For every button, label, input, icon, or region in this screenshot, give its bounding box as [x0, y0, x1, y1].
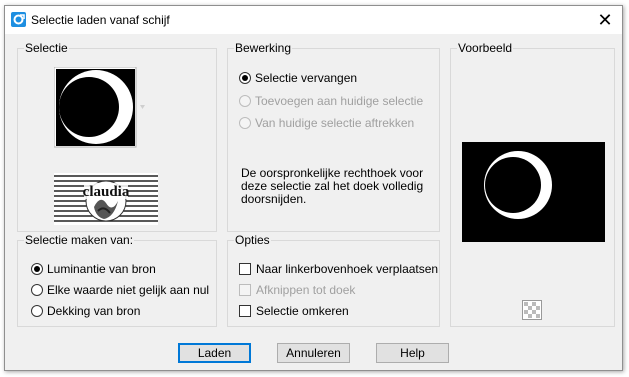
- cancel-button[interactable]: Annuleren: [277, 343, 350, 363]
- operation-description: De oorspronkelijke rechthoek voor deze s…: [241, 166, 424, 206]
- radio-add-to-selection[interactable]: Toevoegen aan huidige selectie: [239, 94, 423, 108]
- preview-canvas: [462, 142, 605, 242]
- maken-van-group: Selectie maken van: Luminantie van bron …: [17, 234, 217, 327]
- checkbox[interactable]: [239, 284, 251, 296]
- voorbeeld-group: Voorbeeld: [450, 42, 615, 327]
- selectie-group: Selectie claudia: [17, 42, 217, 232]
- selection-thumbnail[interactable]: [54, 67, 146, 155]
- thumbnail-caption: claudia: [83, 184, 130, 200]
- radio-label: Elke waarde niet gelijk aan nul: [47, 283, 210, 297]
- bewerking-group-label: Bewerking: [234, 41, 293, 55]
- checkbox-label: Selectie omkeren: [256, 304, 349, 318]
- image-thumbnail: claudia: [54, 173, 158, 225]
- radio-opacity[interactable]: Dekking van bron: [31, 304, 140, 318]
- maken-van-group-label: Selectie maken van:: [24, 233, 135, 247]
- dialog-window: Selectie laden vanaf schijf ✕ Selectie c…: [4, 5, 623, 371]
- load-button[interactable]: Laden: [178, 343, 251, 363]
- radio-label: Toevoegen aan huidige selectie: [255, 94, 424, 108]
- check-invert-selection[interactable]: Selectie omkeren: [239, 304, 349, 318]
- close-icon: ✕: [597, 9, 613, 30]
- radio-button[interactable]: [239, 117, 251, 129]
- app-icon: [11, 12, 26, 27]
- transparency-toggle-icon[interactable]: [522, 300, 542, 320]
- voorbeeld-group-label: Voorbeeld: [457, 41, 514, 55]
- radio-button[interactable]: [31, 284, 43, 296]
- radio-label: Dekking van bron: [47, 304, 141, 318]
- opties-group-label: Opties: [234, 233, 271, 247]
- help-button[interactable]: Help: [376, 343, 449, 363]
- radio-nonzero[interactable]: Elke waarde niet gelijk aan nul: [31, 283, 209, 297]
- radio-button[interactable]: [239, 95, 251, 107]
- checkbox-label: Naar linkerbovenhoek verplaatsen: [256, 262, 439, 276]
- radio-label: Selectie vervangen: [255, 71, 358, 85]
- bewerking-group: Bewerking Selectie vervangen Toevoegen a…: [227, 42, 440, 232]
- checkbox-label: Afknippen tot doek: [256, 283, 356, 297]
- close-button[interactable]: ✕: [592, 8, 618, 32]
- opties-group: Opties Naar linkerbovenhoek verplaatsen …: [227, 234, 440, 327]
- check-move-to-top-left[interactable]: Naar linkerbovenhoek verplaatsen: [239, 262, 438, 276]
- checkbox[interactable]: [239, 305, 251, 317]
- radio-subtract-selection[interactable]: Van huidige selectie aftrekken: [239, 116, 414, 130]
- radio-label: Luminantie van bron: [47, 262, 156, 276]
- radio-button[interactable]: [31, 305, 43, 317]
- check-clip-to-canvas[interactable]: Afknippen tot doek: [239, 283, 355, 297]
- checkbox[interactable]: [239, 263, 251, 275]
- title-bar: Selectie laden vanaf schijf ✕: [5, 6, 622, 34]
- radio-luminance[interactable]: Luminantie van bron: [31, 262, 156, 276]
- radio-button[interactable]: [31, 263, 43, 275]
- radio-button[interactable]: [239, 72, 251, 84]
- radio-replace-selection[interactable]: Selectie vervangen: [239, 71, 357, 85]
- radio-label: Van huidige selectie aftrekken: [255, 116, 415, 130]
- selectie-group-label: Selectie: [24, 41, 69, 55]
- window-title: Selectie laden vanaf schijf: [31, 13, 170, 27]
